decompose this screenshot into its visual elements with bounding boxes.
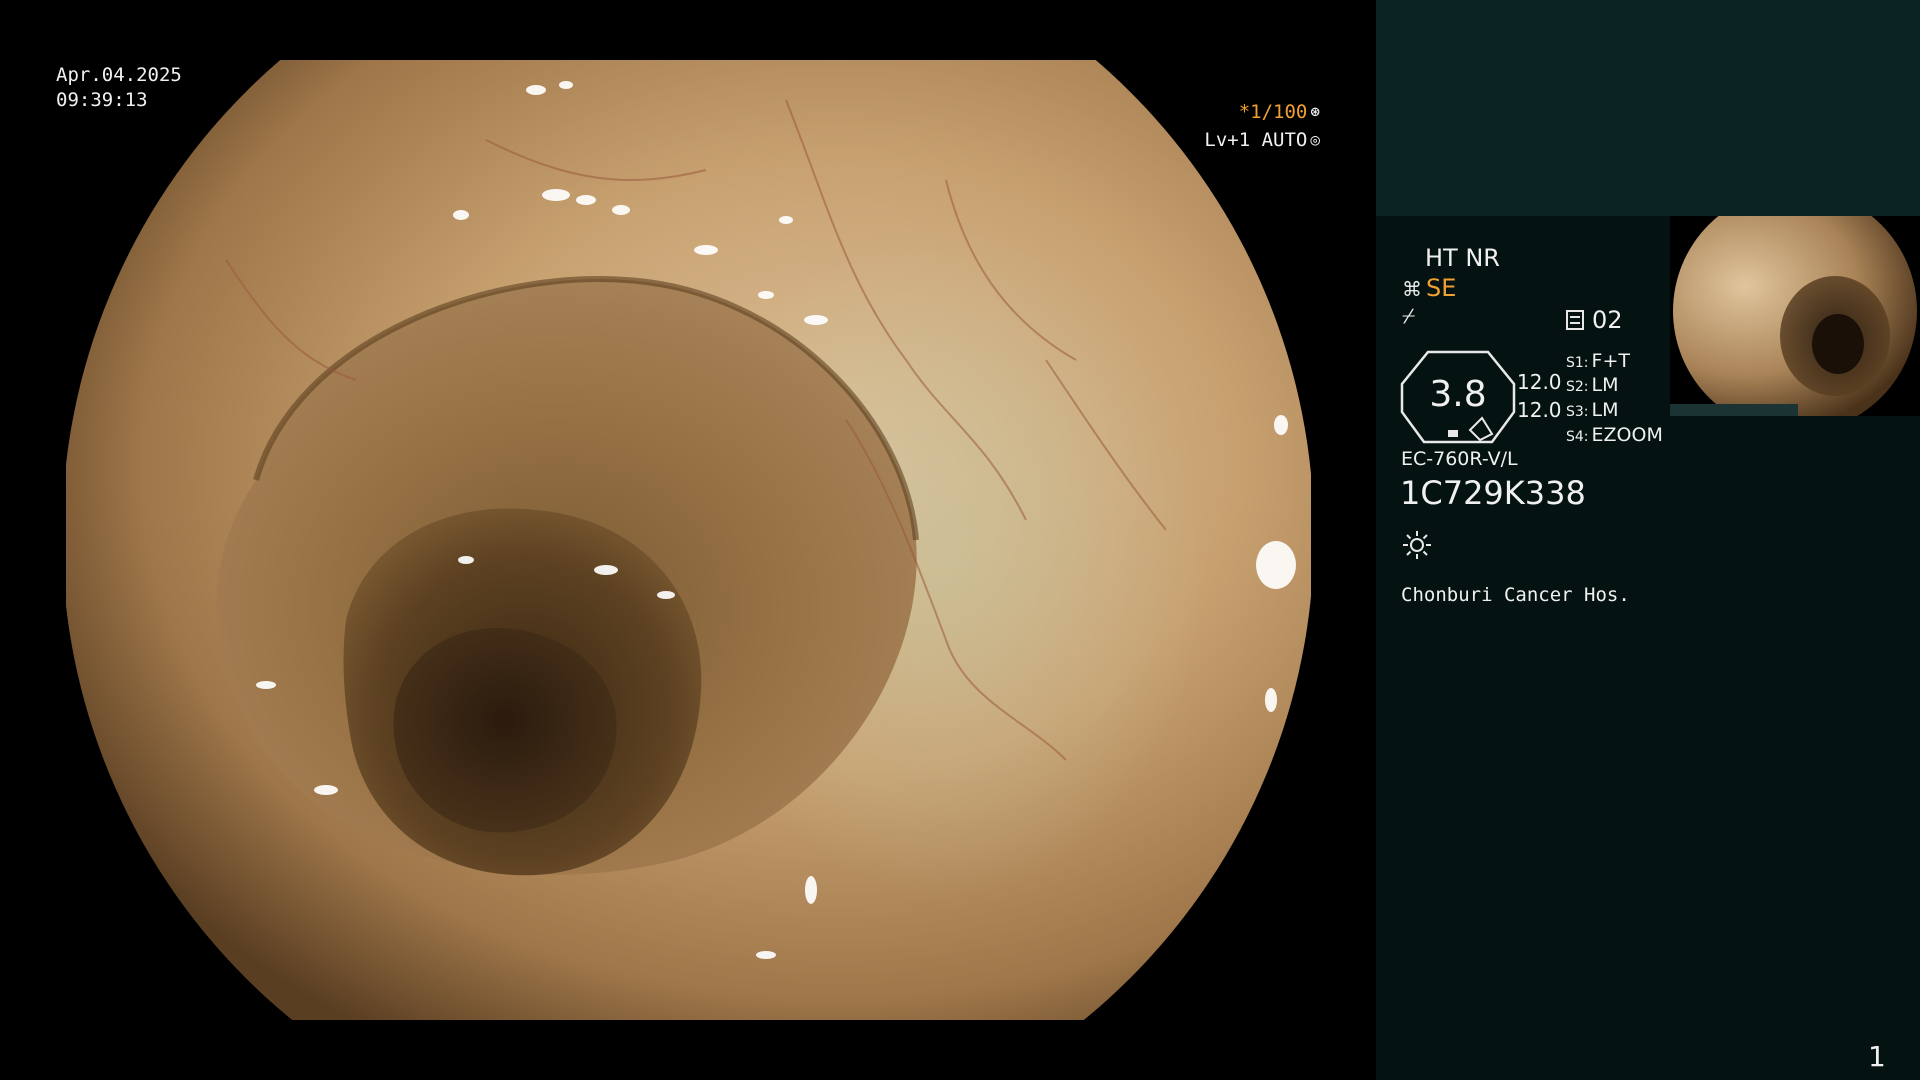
timestamp: Apr.04.2025 09:39:13 <box>56 63 182 113</box>
af-icon: ⌿ <box>1402 304 1416 329</box>
colon-lumen-image <box>66 60 1311 1020</box>
memo-value: 02 <box>1592 306 1623 334</box>
enhance-level: Lv+1 AUTO <box>1204 129 1308 151</box>
switch-s3: S3: LM <box>1566 399 1619 421</box>
se-label: SE <box>1426 274 1457 302</box>
page-number: 1 <box>1868 1040 1886 1073</box>
shutter-speed: *1/100 <box>1238 101 1308 123</box>
endoscopic-image <box>66 60 1311 1020</box>
switch-s2: S2: LM <box>1566 374 1619 396</box>
switch-s1: S1: F+T <box>1566 350 1630 372</box>
auto-icon: ◎ <box>1310 130 1320 149</box>
shutter-icon: ⊛ <box>1310 102 1320 121</box>
scope-model: EC-760R-V/L <box>1401 448 1518 470</box>
endoscopy-screen: Apr.04.2025 09:39:13 *1/100 ⊛ Lv+1 AUTO ◎ <box>0 0 1920 1080</box>
setting-value-a: 12.0 <box>1517 370 1562 394</box>
memo-counter: 02 <box>1566 306 1623 334</box>
info-panel-header <box>1376 0 1920 216</box>
thumbnail-caption-bar <box>1670 404 1798 416</box>
capture-thumbnail[interactable] <box>1670 216 1920 416</box>
se-row: ⌘ SE <box>1402 274 1456 302</box>
ht-nr-label: HT NR <box>1425 244 1500 272</box>
time-label: 09:39:13 <box>56 89 148 111</box>
exposure-settings: *1/100 ⊛ Lv+1 AUTO ◎ <box>1204 98 1320 154</box>
hospital-name: Chonburi Cancer Hos. <box>1401 584 1630 606</box>
thumbnail-image <box>1673 216 1917 416</box>
light-source-icon <box>1403 531 1431 559</box>
switch-s4: S4: EZOOM <box>1566 424 1663 446</box>
scope-serial: 1C729K338 <box>1400 474 1586 512</box>
se-icon: ⌘ <box>1402 277 1422 301</box>
setting-value-b: 12.0 <box>1517 398 1562 422</box>
memo-icon <box>1566 310 1584 330</box>
zoom-value: 3.8 <box>1429 374 1487 415</box>
date-label: Apr.04.2025 <box>56 64 182 86</box>
